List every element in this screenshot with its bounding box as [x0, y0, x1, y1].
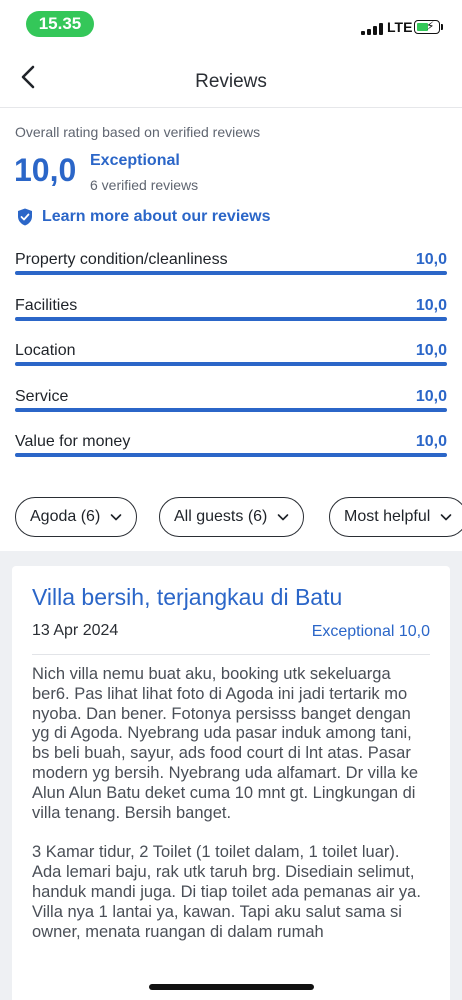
divider: [32, 654, 430, 655]
review-body: Nich villa nemu buat aku, booking utk se…: [32, 665, 432, 962]
signal-icon: [361, 23, 383, 35]
battery-icon: ⚡: [414, 19, 440, 34]
network-type: LTE: [387, 19, 413, 35]
review-date: 13 Apr 2024: [32, 622, 119, 639]
battery-cap: [441, 24, 443, 30]
category-row: Facilities 10,0: [15, 297, 447, 343]
learn-more-link[interactable]: Learn more about our reviews: [15, 207, 271, 227]
overall-rating-label: Overall rating based on verified reviews: [15, 124, 261, 140]
category-bar-fill: [15, 453, 447, 457]
chevron-down-icon: [278, 514, 289, 521]
review-title: Villa bersih, terjangkau di Batu: [32, 584, 343, 610]
chevron-down-icon: [440, 514, 452, 521]
filter-bar: Agoda (6) All guests (6) Most helpful: [15, 497, 462, 539]
category-bar-fill: [15, 271, 447, 275]
category-bar-fill: [15, 317, 447, 321]
category-label: Location: [15, 342, 76, 359]
review-card[interactable]: Villa bersih, terjangkau di Batu 13 Apr …: [12, 566, 450, 1000]
review-paragraph: 3 Kamar tidur, 2 Toilet (1 toilet dalam,…: [32, 843, 421, 941]
sort-label: Most helpful: [344, 508, 431, 525]
overall-score: 10,0: [14, 152, 77, 188]
category-row: Property condition/cleanliness 10,0: [15, 251, 447, 297]
category-score: 10,0: [415, 251, 447, 268]
filter-source-label: Agoda (6): [30, 508, 101, 525]
category-row: Service 10,0: [15, 388, 447, 434]
review-paragraph: Nich villa nemu buat aku, booking utk se…: [32, 665, 419, 822]
category-bar: [15, 271, 447, 275]
category-score: 10,0: [415, 342, 447, 359]
category-bar-fill: [15, 408, 447, 412]
category-bar: [15, 408, 447, 412]
filter-guests-label: All guests (6): [174, 508, 268, 525]
overall-rating-word: Exceptional: [90, 152, 180, 169]
category-bar: [15, 362, 447, 366]
category-bar: [15, 317, 447, 321]
category-bar-fill: [15, 362, 447, 366]
category-score: 10,0: [415, 297, 447, 314]
filter-guests-dropdown[interactable]: All guests (6): [159, 497, 305, 537]
page-title: Reviews: [195, 71, 267, 92]
status-time: 15.35: [26, 11, 94, 37]
category-score: 10,0: [415, 433, 447, 450]
status-bar: 15.35 LTE ⚡: [0, 0, 462, 50]
nav-header: Reviews: [0, 50, 462, 108]
category-row: Location 10,0: [15, 342, 447, 388]
category-bar: [15, 453, 447, 457]
category-score: 10,0: [415, 388, 447, 405]
category-row: Value for money 10,0: [15, 433, 447, 479]
home-indicator[interactable]: [149, 984, 314, 990]
learn-more-label: Learn more about our reviews: [42, 208, 271, 225]
sort-dropdown[interactable]: Most helpful: [329, 497, 462, 537]
review-count: 6 verified reviews: [90, 177, 199, 193]
category-label: Facilities: [15, 297, 78, 314]
category-label: Value for money: [15, 433, 131, 450]
category-label: Property condition/cleanliness: [15, 251, 228, 268]
review-rating: Exceptional 10,0: [311, 623, 430, 640]
shield-check-icon: [18, 208, 32, 226]
chevron-down-icon: [110, 514, 122, 521]
category-label: Service: [15, 388, 69, 405]
filter-source-dropdown[interactable]: Agoda (6): [15, 497, 138, 537]
